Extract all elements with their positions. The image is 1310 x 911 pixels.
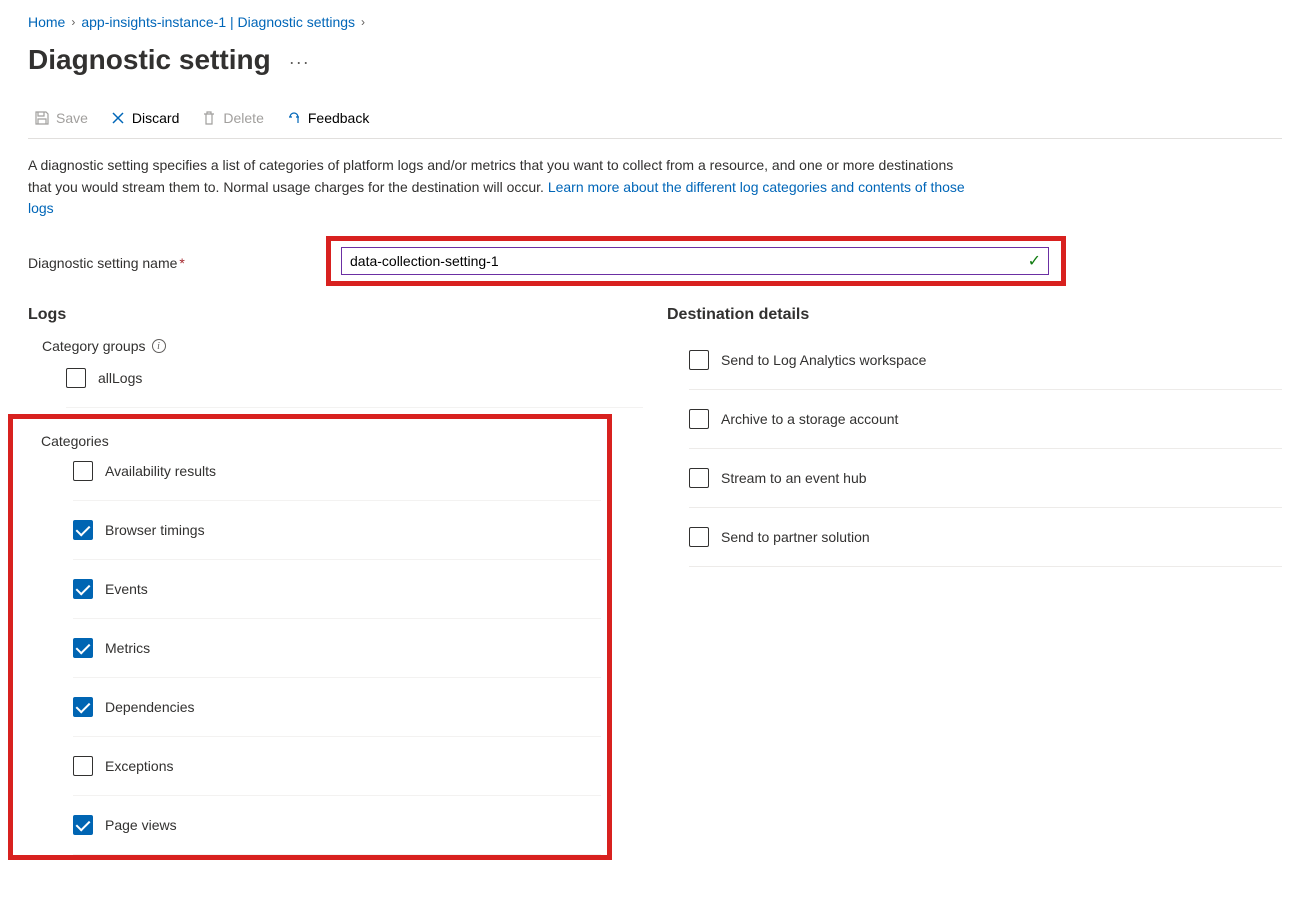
feedback-icon [286, 110, 302, 126]
title-row: Diagnostic setting ··· [28, 40, 1282, 78]
category-label: Page views [105, 817, 177, 833]
save-label: Save [56, 110, 88, 126]
toolbar: Save Discard Delete Feedback [28, 78, 1282, 139]
destination-checkbox[interactable] [689, 409, 709, 429]
categories-heading: Categories [41, 433, 601, 449]
category-groups-label: Category groups [42, 338, 146, 354]
highlight-name-box: ✓ [326, 236, 1066, 286]
destination-row: Send to partner solution [689, 508, 1282, 567]
category-row: Browser timings [73, 501, 601, 560]
category-row: Availability results [73, 453, 601, 501]
category-checkbox[interactable] [73, 579, 93, 599]
destination-row: Send to Log Analytics workspace [689, 338, 1282, 390]
destination-row: Archive to a storage account [689, 390, 1282, 449]
save-icon [34, 110, 50, 126]
category-row: Events [73, 560, 601, 619]
category-groups-heading: Category groups i [42, 338, 643, 354]
alllogs-row: allLogs [66, 360, 643, 408]
description-text: A diagnostic setting specifies a list of… [28, 139, 978, 236]
category-checkbox[interactable] [73, 461, 93, 481]
setting-name-label: Diagnostic setting name* [28, 251, 318, 271]
category-label: Exceptions [105, 758, 173, 774]
discard-button[interactable]: Discard [110, 110, 179, 126]
discard-icon [110, 110, 126, 126]
more-actions-button[interactable]: ··· [289, 46, 310, 73]
destination-label: Send to Log Analytics workspace [721, 352, 926, 368]
page-title: Diagnostic setting [28, 44, 271, 76]
category-label: Availability results [105, 463, 216, 479]
name-input-wrap: ✓ [341, 247, 1049, 275]
discard-label: Discard [132, 110, 179, 126]
category-row: Exceptions [73, 737, 601, 796]
destination-checkbox[interactable] [689, 468, 709, 488]
logs-heading: Logs [28, 306, 643, 324]
destinations-list: Send to Log Analytics workspace Archive t… [667, 338, 1282, 567]
info-icon[interactable]: i [152, 339, 166, 353]
breadcrumb-home[interactable]: Home [28, 14, 65, 30]
highlight-categories-box: Categories Availability results Browser t… [8, 414, 612, 860]
category-checkbox[interactable] [73, 815, 93, 835]
alllogs-checkbox[interactable] [66, 368, 86, 388]
breadcrumb: Home › app-insights-instance-1 | Diagnos… [28, 10, 1282, 40]
feedback-button[interactable]: Feedback [286, 110, 369, 126]
chevron-right-icon: › [361, 15, 365, 29]
category-label: Metrics [105, 640, 150, 656]
delete-button[interactable]: Delete [201, 110, 263, 126]
required-asterisk: * [179, 255, 184, 271]
setting-name-input[interactable] [341, 247, 1049, 275]
destinations-column: Destination details Send to Log Analytic… [667, 300, 1282, 860]
save-button[interactable]: Save [34, 110, 88, 126]
category-checkbox[interactable] [73, 520, 93, 540]
destination-label: Archive to a storage account [721, 411, 898, 427]
delete-label: Delete [223, 110, 263, 126]
category-checkbox[interactable] [73, 638, 93, 658]
category-row: Dependencies [73, 678, 601, 737]
category-label: Browser timings [105, 522, 205, 538]
destination-label: Send to partner solution [721, 529, 870, 545]
destinations-heading: Destination details [667, 306, 1282, 324]
category-checkbox[interactable] [73, 697, 93, 717]
main-columns: Logs Category groups i allLogs Categorie… [28, 300, 1282, 860]
category-label: Events [105, 581, 148, 597]
destination-checkbox[interactable] [689, 350, 709, 370]
setting-name-row: Diagnostic setting name* ✓ [28, 236, 1282, 286]
setting-name-label-text: Diagnostic setting name [28, 255, 177, 271]
categories-list: Availability results Browser timings Event… [41, 453, 601, 855]
destination-row: Stream to an event hub [689, 449, 1282, 508]
check-icon: ✓ [1028, 251, 1041, 271]
category-checkbox[interactable] [73, 756, 93, 776]
category-label: Dependencies [105, 699, 195, 715]
destination-checkbox[interactable] [689, 527, 709, 547]
alllogs-label: allLogs [98, 370, 142, 386]
category-row: Page views [73, 796, 601, 855]
category-row: Metrics [73, 619, 601, 678]
feedback-label: Feedback [308, 110, 369, 126]
destination-label: Stream to an event hub [721, 470, 867, 486]
logs-column: Logs Category groups i allLogs Categorie… [28, 300, 643, 860]
chevron-right-icon: › [71, 15, 75, 29]
delete-icon [201, 110, 217, 126]
breadcrumb-resource[interactable]: app-insights-instance-1 | Diagnostic set… [81, 14, 355, 30]
